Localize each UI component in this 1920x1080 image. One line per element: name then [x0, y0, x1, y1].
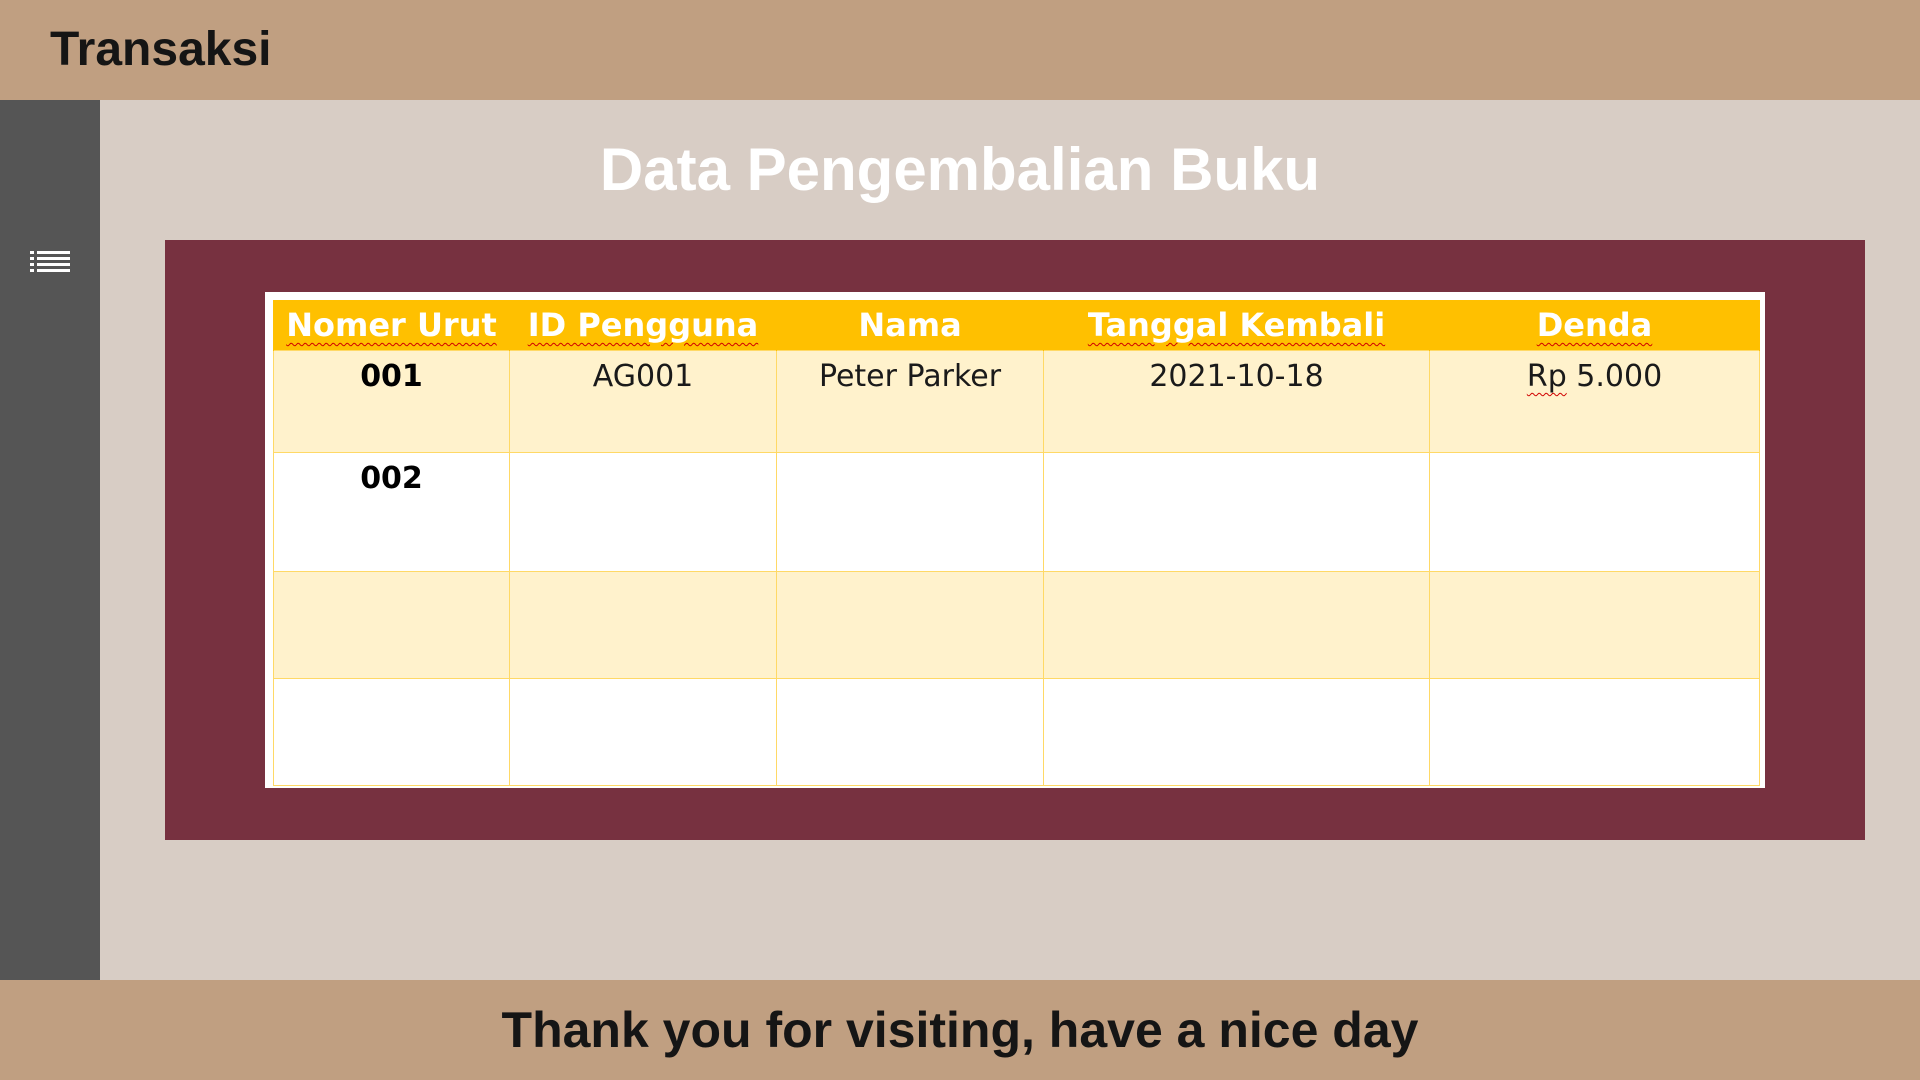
table-cell	[776, 452, 1044, 572]
table-cell	[273, 678, 510, 786]
column-header: Nama	[776, 300, 1044, 351]
column-header: Denda	[1429, 300, 1760, 351]
table-header-row: Nomer Urut ID Pengguna Nama Tanggal Kemb…	[273, 300, 1760, 351]
top-header: Transaksi	[0, 0, 1920, 100]
table-cell	[509, 452, 777, 572]
table-cell	[1043, 452, 1430, 572]
column-header: ID Pengguna	[509, 300, 777, 351]
column-header: Tanggal Kembali	[1043, 300, 1430, 351]
fine-amount: Rp 5.000	[1526, 359, 1663, 394]
table-row: 001 AG001 Peter Parker 2021-10-18 Rp 5.0…	[273, 350, 1760, 453]
table-cell	[1429, 452, 1760, 572]
table-cell	[1043, 678, 1430, 786]
page-title: Data Pengembalian Buku	[599, 136, 1321, 203]
table-cell: 2021-10-18	[1043, 350, 1430, 453]
table-row: 002	[273, 452, 1760, 572]
app-title: Transaksi	[50, 23, 272, 76]
table-cell	[1429, 678, 1760, 786]
table-cell	[776, 571, 1044, 679]
footer-message: Thank you for visiting, have a nice day	[501, 1002, 1419, 1058]
return-data-table: Nomer Urut ID Pengguna Nama Tanggal Kemb…	[273, 300, 1760, 786]
table-cell	[1429, 571, 1760, 679]
table-cell	[1043, 571, 1430, 679]
table-container: Nomer Urut ID Pengguna Nama Tanggal Kemb…	[265, 292, 1765, 788]
table-cell: Peter Parker	[776, 350, 1044, 453]
table-cell	[509, 571, 777, 679]
table-cell	[273, 571, 510, 679]
sidebar	[0, 100, 100, 980]
table-cell: 001	[273, 350, 510, 453]
table-cell	[776, 678, 1044, 786]
table-row	[273, 678, 1760, 786]
footer: Thank you for visiting, have a nice day	[0, 980, 1920, 1080]
column-header: Nomer Urut	[273, 300, 510, 351]
table-cell: 002	[273, 452, 510, 572]
table-row	[273, 571, 1760, 679]
table-cell	[509, 678, 777, 786]
table-cell: Rp 5.000	[1429, 350, 1760, 453]
list-icon[interactable]	[30, 250, 70, 274]
table-cell: AG001	[509, 350, 777, 453]
